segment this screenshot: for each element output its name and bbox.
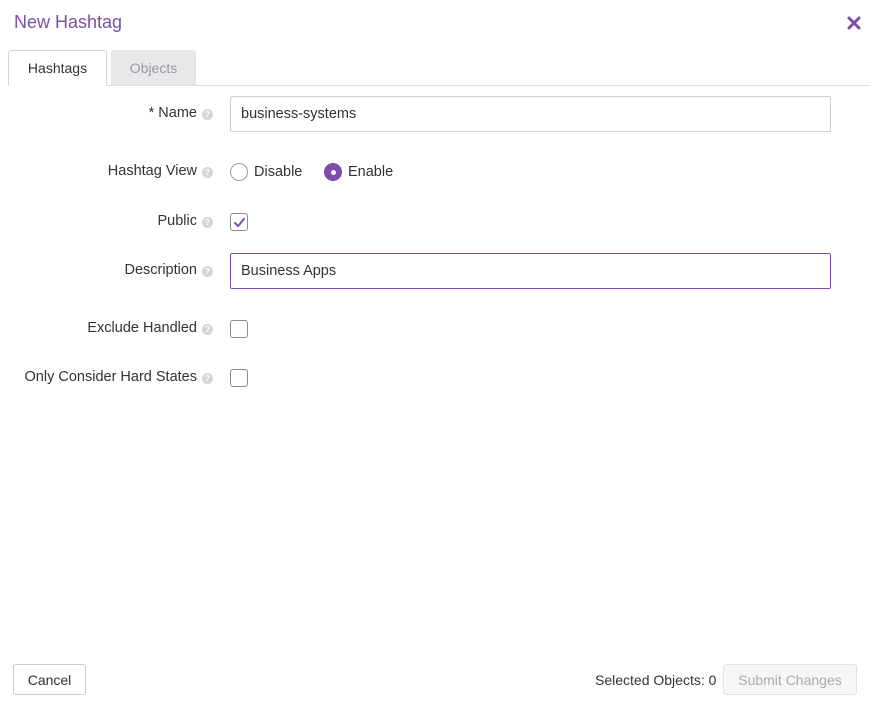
hashtag-view-disable-label[interactable]: Disable: [254, 164, 302, 180]
tab-objects[interactable]: Objects: [111, 50, 196, 85]
only-hard-states-checkbox[interactable]: [230, 369, 248, 387]
name-input[interactable]: business-systems: [230, 96, 831, 132]
tab-bar: Hashtags Objects: [0, 0, 872, 86]
only-hard-states-help-icon[interactable]: ?: [202, 373, 213, 384]
exclude-handled-checkbox[interactable]: [230, 320, 248, 338]
only-hard-states-label: Only Consider Hard States: [24, 369, 197, 385]
hashtag-view-enable-radio[interactable]: [324, 163, 342, 181]
description-input[interactable]: Business Apps: [230, 253, 831, 289]
tab-hashtags[interactable]: Hashtags: [8, 50, 107, 86]
cancel-button[interactable]: Cancel: [13, 664, 86, 695]
hashtag-view-help-icon[interactable]: ?: [202, 167, 213, 178]
submit-changes-button[interactable]: Submit Changes: [723, 664, 857, 695]
description-label: Description: [124, 262, 197, 278]
public-help-icon[interactable]: ?: [202, 217, 213, 228]
name-label: * Name: [148, 105, 197, 121]
hashtag-view-enable-label[interactable]: Enable: [348, 164, 393, 180]
exclude-handled-help-icon[interactable]: ?: [202, 324, 213, 335]
name-help-icon[interactable]: ?: [202, 109, 213, 120]
public-label: Public: [157, 213, 198, 229]
public-checkbox[interactable]: [230, 213, 248, 231]
hashtag-view-label: Hashtag View: [107, 163, 197, 179]
hashtag-view-disable-radio[interactable]: [230, 163, 248, 181]
description-help-icon[interactable]: ?: [202, 266, 213, 277]
selected-objects-count: Selected Objects: 0: [595, 672, 717, 688]
exclude-handled-label: Exclude Handled: [87, 320, 197, 336]
checkmark-icon: [234, 217, 245, 227]
tab-bar-divider: [8, 85, 870, 86]
